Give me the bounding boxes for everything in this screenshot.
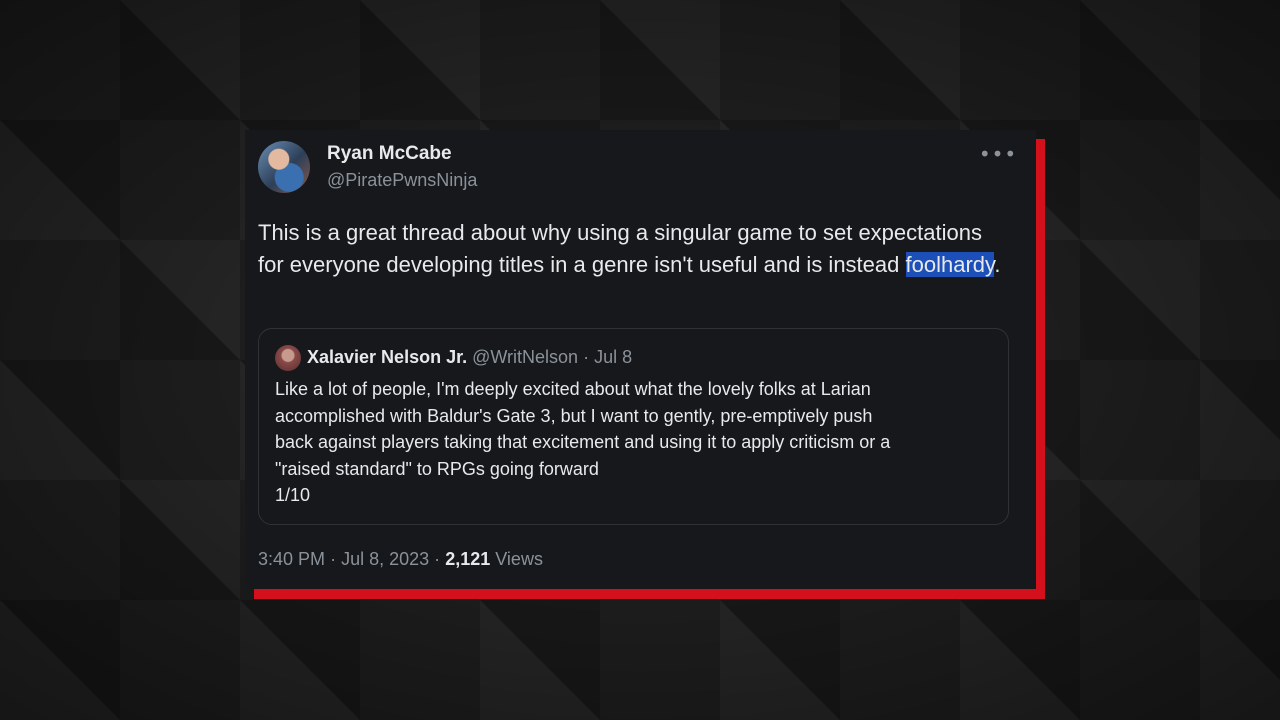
quoted-tweet-text: Like a lot of people, I'm deeply excited… — [275, 376, 995, 509]
tweet-card[interactable]: Ryan McCabe @PiratePwnsNinja ••• This is… — [245, 130, 1036, 589]
more-options-button[interactable]: ••• — [979, 142, 1016, 166]
quoted-date[interactable]: Jul 8 — [594, 347, 632, 367]
quoted-author-name[interactable]: Xalavier Nelson Jr. — [307, 347, 467, 367]
tweet-date[interactable]: Jul 8, 2023 — [341, 549, 429, 569]
quoted-author-avatar[interactable] — [275, 345, 301, 371]
views-label: Views — [495, 549, 543, 569]
meta-separator: · — [434, 549, 441, 569]
author-avatar[interactable] — [258, 141, 310, 193]
quoted-tweet-header: Xalavier Nelson Jr. @WritNelson · Jul 8 — [307, 347, 632, 368]
quoted-thread-counter: 1/10 — [275, 485, 311, 505]
highlighted-word: foolhardy — [905, 252, 995, 277]
author-handle[interactable]: @PiratePwnsNinja — [327, 170, 477, 191]
tweet-time[interactable]: 3:40 PM — [258, 549, 325, 569]
quoted-separator: · — [583, 347, 590, 367]
quoted-text-line: accomplished with Baldur's Gate 3, but I… — [275, 405, 873, 426]
quoted-author-handle[interactable]: @WritNelson — [472, 347, 578, 367]
quoted-text-line: back against players taking that excitem… — [275, 432, 891, 452]
quoted-tweet-card[interactable]: Xalavier Nelson Jr. @WritNelson · Jul 8 … — [258, 328, 1009, 525]
tweet-text-main: This is a great thread about why using a… — [258, 220, 982, 277]
more-horizontal-icon: ••• — [978, 142, 1018, 166]
tweet-text-end: . — [994, 252, 1001, 277]
meta-separator: · — [330, 549, 337, 569]
views-count: 2,121 — [445, 549, 491, 569]
author-name[interactable]: Ryan McCabe — [327, 143, 452, 165]
quoted-text-line: "raised standard" to RPGs going forward — [275, 458, 599, 479]
tweet-metadata: 3:40 PM · Jul 8, 2023 · 2,121 Views — [258, 549, 543, 570]
quoted-text-line: Like a lot of people, I'm deeply excited… — [275, 379, 871, 399]
tweet-text: This is a great thread about why using a… — [258, 217, 1008, 281]
